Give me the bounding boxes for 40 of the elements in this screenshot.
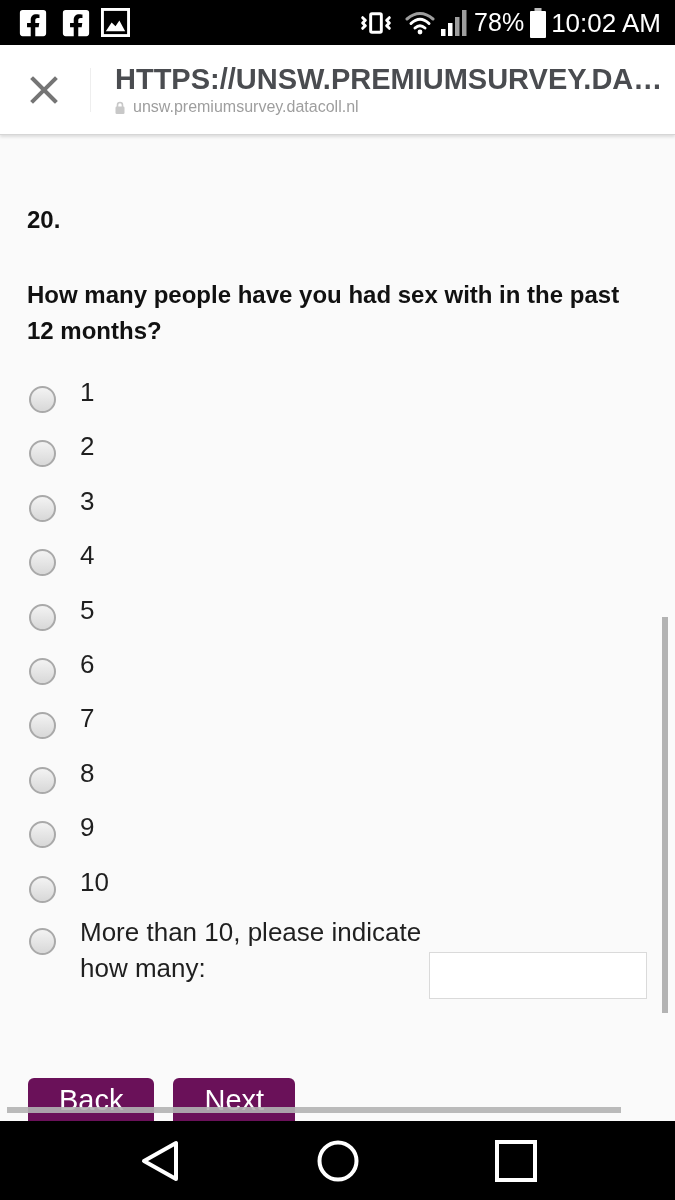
wifi-icon — [405, 10, 436, 35]
option-label: 6 — [80, 647, 95, 681]
option-label: 5 — [80, 593, 95, 627]
signal-icon — [440, 8, 469, 37]
input-field[interactable] — [429, 951, 647, 999]
back-icon[interactable] — [141, 1139, 179, 1182]
option-label: 10 — [80, 865, 109, 899]
option-label: 4 — [80, 539, 95, 573]
radio-button[interactable] — [29, 821, 56, 849]
battery-icon — [530, 7, 547, 38]
page-url: unsw.premiumsurvey.datacoll.nl — [133, 97, 359, 117]
radio-button[interactable] — [29, 712, 56, 740]
option-label: 9 — [80, 811, 95, 845]
clock-time: 10:02 AM — [551, 9, 661, 36]
recents-icon[interactable] — [495, 1139, 537, 1182]
page-title: HTTPS://UNSW.PREMIUMSURVEY.DA… — [115, 62, 663, 96]
option-label: 3 — [80, 484, 95, 518]
facebook-icon — [18, 7, 48, 38]
radio-button[interactable] — [29, 494, 56, 522]
facebook-icon — [61, 7, 91, 38]
lock-icon — [115, 100, 125, 114]
option-label: 7 — [80, 702, 95, 736]
picture-icon — [101, 8, 130, 37]
radio-button[interactable] — [29, 927, 56, 955]
question-text: How many people have you had sex with in the past 12 months? — [26, 280, 621, 346]
home-icon[interactable] — [317, 1139, 359, 1182]
option-label: 1 — [80, 376, 95, 409]
option-label: 8 — [80, 756, 95, 790]
battery-percentage: 78% — [474, 10, 525, 35]
radio-button[interactable] — [29, 875, 56, 903]
question-number: 20. — [26, 205, 62, 235]
radio-button[interactable] — [29, 386, 56, 413]
option-label: More than 10, please indicate how many: — [80, 915, 423, 985]
radio-button[interactable] — [29, 766, 56, 794]
close-icon[interactable] — [30, 75, 58, 104]
option-label: 2 — [80, 430, 95, 464]
radio-button[interactable] — [29, 657, 56, 685]
radio-button[interactable] — [29, 603, 56, 631]
radio-button[interactable] — [29, 549, 56, 577]
radio-button[interactable] — [29, 440, 56, 468]
